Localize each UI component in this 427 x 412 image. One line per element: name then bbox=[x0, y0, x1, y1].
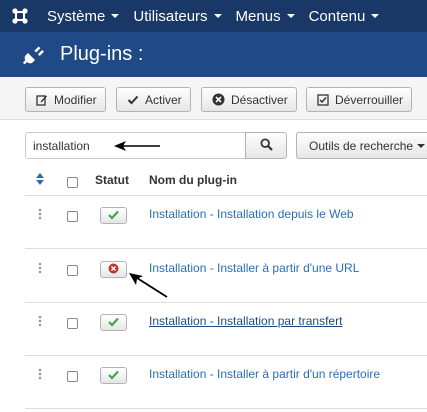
nav-menu-system[interactable]: Système bbox=[40, 0, 126, 32]
enable-button-label: Activer bbox=[145, 92, 182, 107]
table-row: Installation - Installation par transfer… bbox=[25, 303, 427, 356]
column-header-status[interactable]: Statut bbox=[95, 173, 129, 187]
unpublished-x-icon bbox=[108, 263, 119, 277]
drag-handle-icon[interactable] bbox=[38, 368, 42, 383]
table-row: Installation - Installer à partir d'une … bbox=[25, 250, 427, 303]
check-icon bbox=[127, 94, 139, 106]
search-tools-button[interactable]: Outils de recherche bbox=[296, 132, 427, 159]
edit-button[interactable]: Modifier bbox=[25, 87, 106, 112]
nav-menu-system-label: Système bbox=[47, 7, 106, 25]
unlock-button[interactable]: Déverrouiller bbox=[306, 87, 413, 112]
table-header: Statut Nom du plug-in bbox=[25, 166, 427, 196]
disable-button[interactable]: Désactiver bbox=[201, 87, 297, 112]
status-toggle-button[interactable] bbox=[100, 261, 127, 278]
edit-button-label: Modifier bbox=[54, 92, 97, 107]
row-checkbox[interactable] bbox=[67, 211, 78, 222]
unlock-button-label: Déverrouiller bbox=[335, 92, 404, 107]
row-checkbox[interactable] bbox=[67, 318, 78, 329]
page-header: Plug-ins : bbox=[0, 32, 427, 77]
plugin-name-link[interactable]: Installation - Installer à partir d'un r… bbox=[149, 367, 380, 381]
drag-handle-icon[interactable] bbox=[38, 208, 42, 223]
checkbox-icon bbox=[317, 93, 329, 106]
toolbar: Modifier Activer Désactiver Déverrouille… bbox=[0, 77, 427, 120]
status-toggle-button[interactable] bbox=[100, 367, 127, 384]
nav-menu-content-label: Contenu bbox=[308, 7, 366, 25]
enable-button[interactable]: Activer bbox=[116, 87, 191, 112]
plugin-name-link[interactable]: Installation - Installer à partir d'une … bbox=[149, 261, 359, 275]
annotation-arrow-left-icon bbox=[114, 141, 160, 151]
disable-button-label: Désactiver bbox=[231, 92, 288, 107]
chevron-down-icon bbox=[417, 143, 426, 148]
column-header-name[interactable]: Nom du plug-in bbox=[149, 173, 237, 187]
chevron-down-icon bbox=[371, 14, 380, 18]
search-tools-label: Outils de recherche bbox=[309, 138, 414, 153]
chevron-down-icon bbox=[286, 14, 295, 18]
published-check-icon bbox=[108, 316, 119, 330]
annotation-arrow-up-left-icon bbox=[129, 273, 168, 298]
page-title: Plug-ins : bbox=[60, 43, 144, 65]
nav-menu-users[interactable]: Utilisateurs bbox=[126, 0, 228, 32]
row-checkbox[interactable] bbox=[67, 265, 78, 276]
nav-menu-users-label: Utilisateurs bbox=[133, 7, 208, 25]
top-navbar: Système Utilisateurs Menus Contenu bbox=[0, 0, 427, 32]
plugin-name-link[interactable]: Installation - Installation par transfer… bbox=[149, 314, 342, 328]
published-check-icon bbox=[108, 209, 119, 223]
nav-menu-menus-label: Menus bbox=[235, 7, 281, 25]
status-toggle-button[interactable] bbox=[100, 314, 127, 331]
chevron-down-icon bbox=[111, 14, 120, 18]
status-toggle-button[interactable] bbox=[100, 207, 127, 224]
search-icon bbox=[259, 137, 273, 154]
search-button[interactable] bbox=[245, 132, 287, 159]
drag-handle-icon[interactable] bbox=[38, 315, 42, 330]
published-check-icon bbox=[108, 369, 119, 383]
plug-icon bbox=[22, 44, 54, 66]
joomla-logo-icon[interactable] bbox=[0, 0, 40, 32]
table-row: Installation - Installer à partir d'un r… bbox=[25, 356, 427, 409]
nav-menu-content[interactable]: Contenu bbox=[302, 0, 387, 32]
chevron-down-icon bbox=[213, 14, 222, 18]
select-all-checkbox[interactable] bbox=[67, 177, 78, 188]
remove-circle-icon bbox=[212, 93, 225, 106]
sort-icon[interactable] bbox=[36, 173, 44, 188]
plugin-name-link[interactable]: Installation - Installation depuis le We… bbox=[149, 207, 354, 221]
edit-icon bbox=[36, 94, 48, 106]
row-checkbox[interactable] bbox=[67, 371, 78, 382]
nav-menu-menus[interactable]: Menus bbox=[229, 0, 302, 32]
drag-handle-icon[interactable] bbox=[38, 262, 42, 277]
table-row: Installation - Installation depuis le We… bbox=[25, 196, 427, 249]
